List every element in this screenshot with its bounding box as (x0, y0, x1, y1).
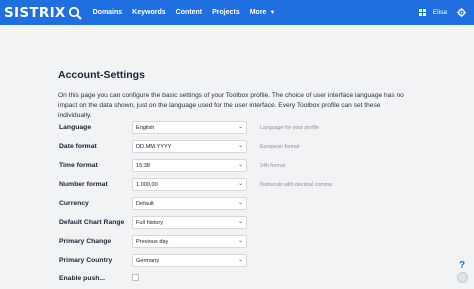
nav-keywords-label: Keywords (132, 9, 166, 16)
page-intro: On this page you can configure the basic… (58, 92, 404, 119)
primary-country-select[interactable]: Germany ⌄ (132, 254, 247, 267)
chevron-down-icon: ⌄ (237, 181, 243, 187)
select-value: 1.000,00 (136, 182, 158, 188)
number-format-select[interactable]: 1.000,00 ⌄ (132, 178, 247, 191)
currency-select[interactable]: Default ⌄ (132, 197, 247, 210)
select-value: Full history (136, 220, 164, 226)
nav-more[interactable]: More ▼ (250, 9, 276, 16)
help-icon: ? (459, 260, 466, 271)
setting-language: Language English ⌄ Language for your pro… (58, 121, 418, 137)
select-value: English (136, 125, 155, 131)
logo-text: SISTRIX (4, 4, 66, 21)
setting-hint: Numerals with decimal comma (260, 182, 333, 188)
enable-push-checkbox[interactable] (132, 274, 139, 281)
select-value: Previous day (136, 239, 169, 245)
setting-label: Date format (59, 143, 97, 150)
chevron-down-icon: ▼ (269, 9, 276, 16)
chevron-down-icon: ⌄ (237, 257, 243, 263)
nav-content[interactable]: Content (176, 9, 202, 16)
apps-grid-icon[interactable] (418, 9, 426, 16)
chevron-down-icon: ⌄ (237, 200, 243, 206)
top-navigation-bar: SISTRIX Domains Keywords Content Project… (0, 0, 474, 25)
language-select[interactable]: English ⌄ (132, 121, 247, 134)
time-format-select[interactable]: 15:38 ⌄ (132, 159, 247, 172)
nav-keywords[interactable]: Keywords (132, 9, 165, 16)
setting-enable-push: Enable push... (58, 273, 418, 289)
chart-range-select[interactable]: Full history ⌄ (132, 216, 247, 229)
chevron-down-icon: ⌄ (237, 143, 243, 149)
setting-currency: Currency Default ⌄ (58, 197, 418, 213)
setting-label: Number format (59, 181, 108, 188)
chevron-down-icon: ⌄ (237, 162, 243, 168)
setting-label: Language (59, 124, 92, 131)
magnifier-icon (68, 6, 82, 20)
select-value: Germany (136, 258, 160, 264)
setting-primary-country: Primary Country Germany ⌄ (58, 254, 418, 270)
chevron-down-icon: ⌄ (237, 219, 243, 225)
select-value: 15:38 (136, 163, 150, 169)
help-widget[interactable]: ? (457, 260, 471, 283)
nav-more-label: More (249, 9, 267, 16)
nav-domains-label: Domains (92, 9, 123, 16)
nav-domains[interactable]: Domains (93, 9, 123, 16)
main-nav: Domains Keywords Content Projects More ▼ (93, 9, 286, 16)
chevron-down-icon: ⌄ (237, 238, 243, 244)
setting-label: Currency (59, 200, 89, 207)
date-format-select[interactable]: DD.MM.YYYY ⌄ (132, 140, 247, 153)
chat-bubble-icon (457, 272, 468, 283)
nav-projects[interactable]: Projects (212, 9, 240, 16)
user-area: Elisa (418, 0, 474, 25)
setting-date-format: Date format DD.MM.YYYY ⌄ European format (58, 140, 418, 156)
setting-number-format: Number format 1.000,00 ⌄ Numerals with d… (58, 178, 418, 194)
select-value: Default (136, 201, 154, 207)
primary-change-select[interactable]: Previous day ⌄ (132, 235, 247, 248)
setting-label: Primary Country (59, 257, 113, 264)
setting-hint: European format (260, 144, 300, 150)
setting-label: Time format (59, 162, 98, 169)
setting-default-chart-range: Default Chart Range Full history ⌄ (58, 216, 418, 232)
page-title: Account-Settings (58, 69, 145, 81)
select-value: DD.MM.YYYY (136, 144, 172, 150)
gear-icon[interactable] (457, 8, 466, 17)
setting-hint: 24h format (260, 163, 286, 169)
sistrix-logo[interactable]: SISTRIX (4, 5, 82, 21)
nav-projects-label: Projects (212, 9, 240, 16)
setting-label: Enable push... (59, 275, 106, 282)
setting-label: Default Chart Range (59, 219, 125, 226)
setting-time-format: Time format 15:38 ⌄ 24h format (58, 159, 418, 175)
chevron-down-icon: ⌄ (237, 124, 243, 130)
user-name[interactable]: Elisa (433, 9, 447, 16)
setting-hint: Language for your profile (260, 125, 319, 131)
nav-content-label: Content (175, 9, 203, 16)
setting-label: Primary Change (59, 238, 112, 245)
setting-primary-change: Primary Change Previous day ⌄ (58, 235, 418, 251)
